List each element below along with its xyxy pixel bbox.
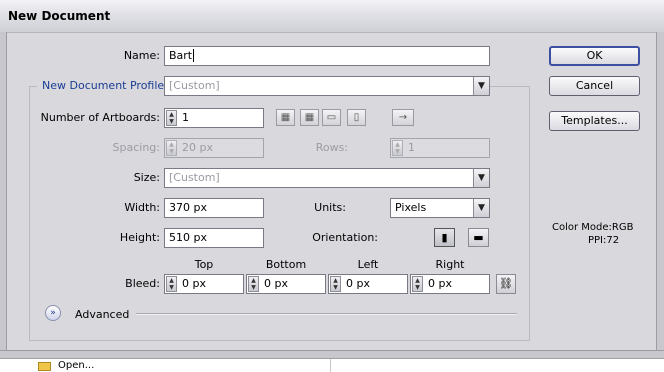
panel-divider	[330, 359, 331, 372]
rows-stepper[interactable]: ▲ ▼ 1	[390, 138, 490, 158]
units-label: Units:	[314, 201, 346, 214]
cancel-button[interactable]: Cancel	[549, 76, 640, 96]
width-label: Width:	[124, 201, 160, 214]
window-border-right	[656, 32, 664, 357]
width-input[interactable]: 370 px	[164, 198, 264, 218]
bleed-label: Bleed:	[125, 277, 160, 290]
artboards-label: Number of Artboards:	[40, 111, 160, 124]
bleed-right-label: Right	[435, 258, 465, 271]
spacing-stepper[interactable]: ▲ ▼ 20 px	[164, 138, 264, 158]
size-select[interactable]: [Custom] ▼	[164, 168, 490, 188]
window-border-left	[0, 32, 7, 357]
folder-icon	[38, 362, 51, 371]
chevron-down-icon: ▼	[473, 199, 489, 217]
stepper-arrows-icon: ▲ ▼	[392, 140, 403, 156]
height-label: Height:	[119, 231, 160, 244]
grid-by-row-icon[interactable]: ▦	[276, 109, 295, 126]
background-panel: Open...	[0, 358, 664, 372]
landscape-icon[interactable]: ▬	[468, 228, 489, 247]
bleed-left-value: 0 px	[346, 277, 370, 290]
bleed-top-stepper[interactable]: ▲ ▼ 0 px	[164, 274, 244, 294]
title-bar: New Document	[0, 0, 664, 33]
bleed-bottom-stepper[interactable]: ▲ ▼ 0 px	[246, 274, 326, 294]
color-mode-info: Color Mode:RGB	[552, 222, 634, 233]
advanced-divider	[136, 313, 517, 315]
orientation-label: Orientation:	[312, 231, 378, 244]
stepper-arrows-icon[interactable]: ▲ ▼	[248, 276, 259, 292]
profile-select[interactable]: [Custom] ▼	[164, 76, 490, 96]
rows-value: 1	[408, 141, 415, 154]
open-item[interactable]: Open...	[58, 360, 94, 371]
spacing-label: Spacing:	[112, 141, 160, 154]
profile-select-value: [Custom]	[169, 79, 220, 92]
right-to-left-icon[interactable]: →	[392, 109, 414, 126]
size-select-value: [Custom]	[169, 171, 220, 184]
bleed-left-stepper[interactable]: ▲ ▼ 0 px	[328, 274, 408, 294]
artboards-stepper[interactable]: ▲ ▼ 1	[164, 108, 264, 128]
units-select[interactable]: Pixels ▼	[390, 198, 490, 218]
chain-link-icon[interactable]: ⛓	[496, 274, 516, 294]
bleed-bottom-label: Bottom	[265, 258, 307, 271]
name-input-value: Bart	[169, 49, 193, 62]
stepper-arrows-icon[interactable]: ▲ ▼	[166, 276, 177, 292]
height-input[interactable]: 510 px	[164, 228, 264, 248]
group-border-top-right	[490, 86, 530, 87]
chevron-double-down-icon[interactable]: »	[45, 305, 61, 321]
chevron-down-icon: ▼	[473, 169, 489, 187]
stepper-arrows-icon: ▲ ▼	[166, 140, 177, 156]
group-border-top-left	[29, 86, 37, 87]
artboards-value: 1	[182, 111, 189, 124]
chevron-down-icon: ▼	[473, 77, 489, 95]
bleed-bottom-value: 0 px	[264, 277, 288, 290]
stepper-arrows-icon[interactable]: ▲ ▼	[166, 110, 177, 126]
bleed-right-stepper[interactable]: ▲ ▼ 0 px	[410, 274, 490, 294]
window-title: New Document	[8, 9, 111, 23]
spacing-value: 20 px	[182, 141, 213, 154]
units-select-value: Pixels	[395, 201, 427, 214]
stepper-arrows-icon[interactable]: ▲ ▼	[330, 276, 341, 292]
stepper-arrows-icon[interactable]: ▲ ▼	[412, 276, 423, 292]
arrange-by-row-icon[interactable]: ▭	[322, 109, 341, 126]
size-label: Size:	[133, 171, 160, 184]
grid-by-column-icon[interactable]: ▦	[300, 109, 319, 126]
templates-button[interactable]: Templates...	[549, 111, 640, 131]
name-input[interactable]: Bart	[164, 46, 490, 66]
bleed-top-label: Top	[194, 258, 214, 271]
arrange-by-column-icon[interactable]: ▯	[347, 109, 366, 126]
bleed-left-label: Left	[357, 258, 379, 271]
ok-button[interactable]: OK	[549, 46, 640, 66]
rows-label: Rows:	[315, 141, 348, 154]
bleed-right-value: 0 px	[428, 277, 452, 290]
bleed-top-value: 0 px	[182, 277, 206, 290]
profile-label: New Document Profile:	[40, 79, 170, 92]
ppi-info: PPI:72	[588, 235, 620, 246]
advanced-label[interactable]: Advanced	[75, 308, 129, 321]
name-label: Name:	[123, 49, 160, 62]
portrait-icon[interactable]: ▮	[434, 228, 455, 247]
